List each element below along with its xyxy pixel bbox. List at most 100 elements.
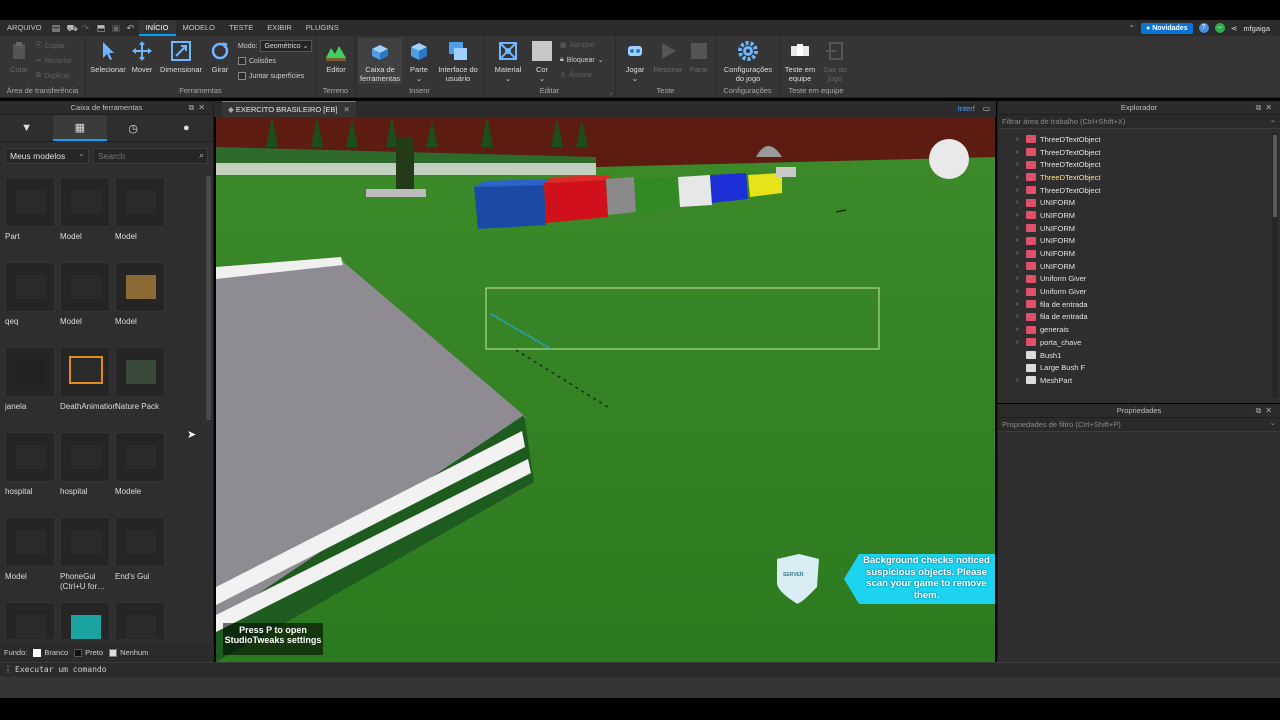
explorer-item[interactable]: › UNIFORM: [998, 196, 1273, 209]
explorer-item[interactable]: › UNIFORM: [998, 260, 1273, 273]
collisions-toggle[interactable]: Colisões: [238, 57, 276, 65]
tab-models[interactable]: ▦: [53, 115, 107, 141]
terrain-editor-button[interactable]: Editor: [322, 40, 350, 74]
play-button[interactable]: Jogar ⌄: [620, 40, 650, 83]
join-surfaces-checkbox[interactable]: [238, 72, 246, 80]
chevron-right-icon[interactable]: ›: [1016, 275, 1026, 282]
mode-select[interactable]: Geométrico ⌄: [260, 40, 313, 52]
explorer-scroll-thumb[interactable]: [1273, 135, 1277, 217]
panel-controls-icon[interactable]: ⧉✕: [189, 101, 209, 115]
explorer-item[interactable]: Bush1: [998, 349, 1273, 362]
chevron-right-icon[interactable]: ›: [1016, 339, 1026, 346]
tab-arquivo[interactable]: ARQUIVO: [0, 20, 49, 36]
news-button[interactable]: ● Novidades: [1141, 22, 1193, 34]
explorer-item[interactable]: › MeshPart: [998, 374, 1273, 387]
anchor-button[interactable]: ⚓︎ Âncora: [560, 71, 591, 80]
chevron-right-icon[interactable]: ›: [1016, 326, 1026, 333]
duplicate-button[interactable]: ⧉ Duplicar: [36, 72, 70, 80]
toolbox-item[interactable]: DeathAnimation: [60, 347, 117, 412]
search-icon[interactable]: ⌕: [199, 150, 204, 161]
material-chevron-icon[interactable]: ⌄: [505, 74, 511, 83]
part-button[interactable]: Parte ⌄: [406, 40, 432, 83]
chevron-right-icon[interactable]: ›: [1016, 263, 1026, 270]
explorer-item[interactable]: › UNIFORM: [998, 209, 1273, 222]
explorer-scrollbar[interactable]: [1272, 133, 1278, 398]
explorer-item[interactable]: › ThreeDTextObject: [998, 171, 1273, 184]
redo-icon[interactable]: ↷: [82, 23, 91, 33]
scale-button[interactable]: Dimensionar: [158, 40, 204, 74]
ui-button[interactable]: Interface do usuário: [436, 40, 480, 83]
chevron-right-icon[interactable]: ›: [1016, 250, 1026, 257]
explorer-item[interactable]: › Uniform Giver: [998, 285, 1273, 298]
copy-button[interactable]: ⎘ Copiar: [36, 42, 65, 50]
bg-white-option[interactable]: Branco: [33, 648, 68, 657]
toolbox-item[interactable]: Model: [115, 177, 167, 242]
explorer-item[interactable]: › ThreeDTextObject: [998, 184, 1273, 197]
explorer-item[interactable]: › porta_chave: [998, 336, 1273, 349]
toolbox-item[interactable]: Model: [60, 262, 112, 327]
exit-game-button[interactable]: Sair do jogo: [820, 40, 850, 83]
tab-inventory[interactable]: ▼: [0, 115, 53, 141]
chevron-right-icon[interactable]: ›: [1016, 377, 1026, 384]
chevron-right-icon[interactable]: ›: [1016, 237, 1026, 244]
chevron-right-icon[interactable]: ›: [1016, 301, 1026, 308]
open-icon[interactable]: ⛟: [67, 23, 78, 33]
suspicious-objects-warning[interactable]: Background checks noticed suspicious obj…: [844, 554, 995, 604]
toolbox-item[interactable]: Part: [5, 177, 57, 242]
command-bar[interactable]: ⋮ Executar um comando: [0, 662, 1280, 677]
explorer-item[interactable]: › UNIFORM: [998, 235, 1273, 248]
username[interactable]: mfgaiga: [1243, 24, 1270, 33]
paste-button[interactable]: Colar: [6, 40, 32, 74]
toolbox-item[interactable]: Nature Pack: [115, 347, 167, 412]
undo-icon[interactable]: ↶: [127, 23, 136, 33]
chevron-right-icon[interactable]: ›: [1016, 174, 1026, 181]
lock-button[interactable]: 🔒︎ Bloquear ⌄: [560, 56, 604, 64]
toolbox-item[interactable]: hospital: [60, 432, 112, 497]
bg-none-option[interactable]: Nenhum: [109, 648, 148, 657]
toolbox-item[interactable]: hospital: [5, 432, 57, 497]
tab-creations[interactable]: ●: [160, 115, 213, 141]
chevron-right-icon[interactable]: ›: [1016, 313, 1026, 320]
toolbox-item[interactable]: Modele: [115, 432, 167, 497]
expand-icon[interactable]: ⌟: [609, 89, 612, 96]
game-viewport[interactable]: Press P to open StudioTweaks settings SE…: [216, 117, 995, 662]
part-chevron-icon[interactable]: ⌄: [416, 74, 422, 83]
close-icon[interactable]: ✕: [344, 105, 350, 114]
chevron-right-icon[interactable]: ›: [1016, 288, 1026, 295]
toolbox-scrollbar[interactable]: [206, 176, 211, 420]
chevron-right-icon[interactable]: ›: [1016, 187, 1026, 194]
explorer-item[interactable]: › generais: [998, 323, 1273, 336]
toolbox-item[interactable]: Model: [60, 177, 112, 242]
status-icon[interactable]: –: [1214, 23, 1225, 33]
explorer-item[interactable]: › UNIFORM: [998, 222, 1273, 235]
tab-recent[interactable]: ◷: [107, 115, 160, 141]
tab-inicio[interactable]: INÍCIO: [138, 20, 176, 36]
rotate-button[interactable]: Girar: [206, 40, 234, 74]
save-icon[interactable]: ▣: [112, 23, 121, 33]
play-chevron-icon[interactable]: ⌄: [632, 74, 638, 83]
tab-modelo[interactable]: MODELO: [176, 20, 223, 36]
explorer-item[interactable]: › ThreeDTextObject: [998, 146, 1273, 159]
chevron-up-icon[interactable]: ⌃: [1128, 24, 1135, 33]
toolbox-item[interactable]: Model: [115, 262, 167, 327]
toolbox-item[interactable]: PhoneGui (Ctrl+U for…: [60, 517, 112, 592]
select-button[interactable]: Selecionar: [88, 40, 128, 74]
tab-exibir[interactable]: EXIBIR: [260, 20, 299, 36]
interface-toggle[interactable]: Interf ▭: [958, 104, 990, 113]
chevron-right-icon[interactable]: ›: [1016, 212, 1026, 219]
group-button[interactable]: ▦ Agrupar: [560, 41, 595, 50]
color-button[interactable]: Cor ⌄: [528, 40, 556, 83]
material-button[interactable]: Material ⌄: [490, 40, 526, 83]
doc-tab-game[interactable]: ◆ EXERCITO BRASILEIRO [EB] ✕: [222, 101, 356, 117]
chevron-right-icon[interactable]: ›: [1016, 136, 1026, 143]
stop-button[interactable]: Parar: [686, 40, 712, 74]
explorer-item[interactable]: › Uniform Giver: [998, 273, 1273, 286]
toolbox-item[interactable]: [5, 602, 57, 639]
explorer-item[interactable]: › fila de entrada: [998, 311, 1273, 324]
collisions-checkbox[interactable]: [238, 57, 246, 65]
explorer-item[interactable]: › UNIFORM: [998, 247, 1273, 260]
explorer-item[interactable]: Large Bush F: [998, 361, 1273, 374]
bg-black-option[interactable]: Preto: [74, 648, 103, 657]
category-select[interactable]: Meus modelos: [5, 148, 89, 164]
toolbox-item[interactable]: End's Gui: [115, 517, 167, 582]
